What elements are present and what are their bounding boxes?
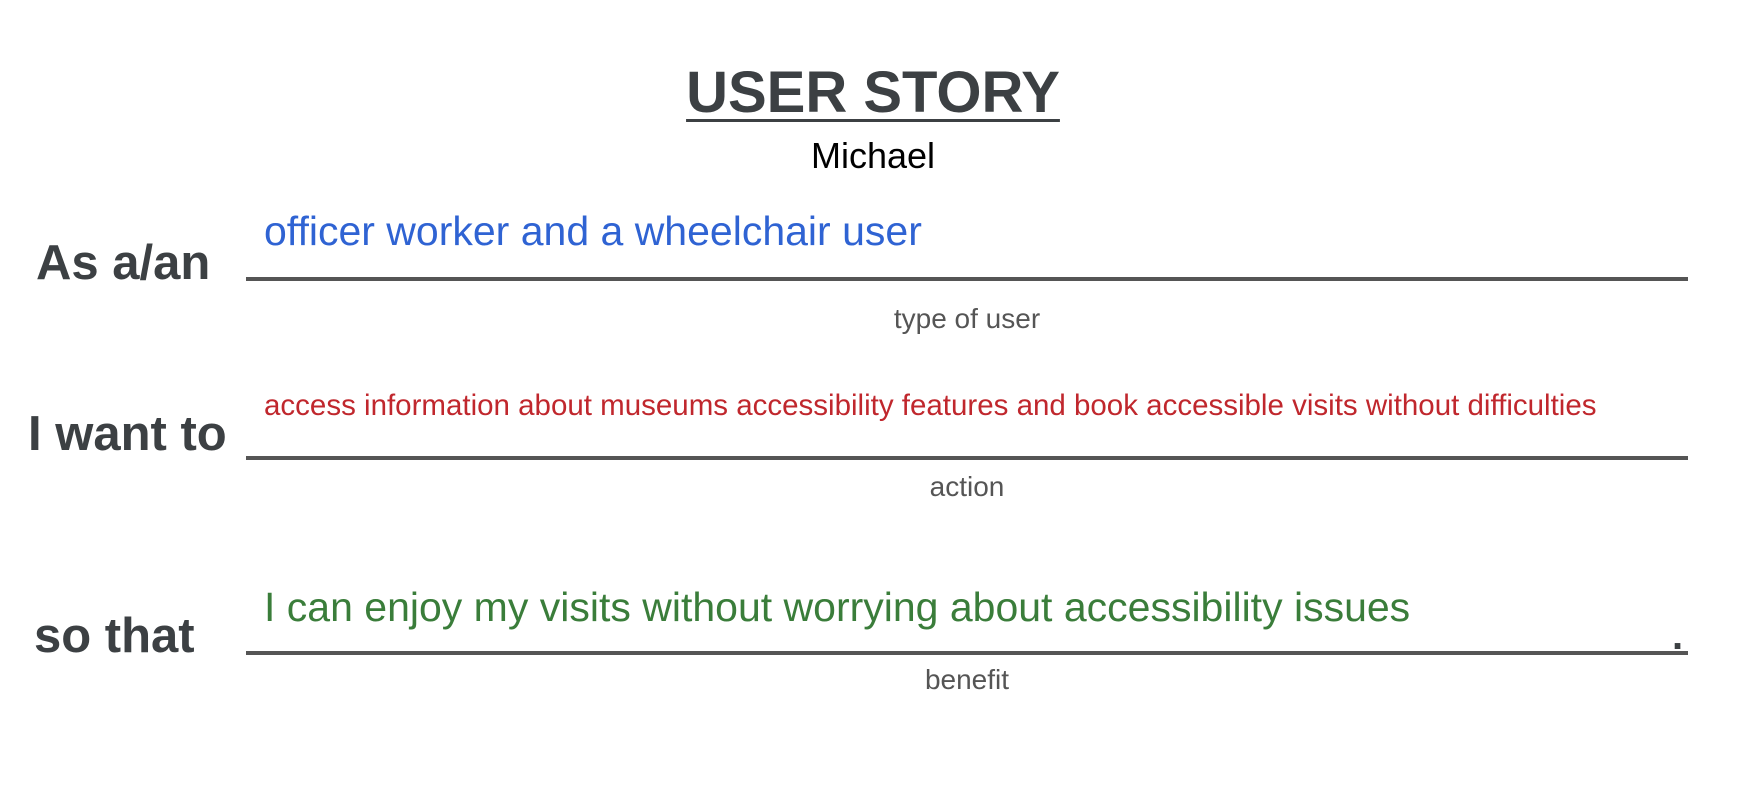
user-type-caption: type of user: [893, 303, 1041, 334]
action-underline: [246, 456, 1688, 460]
action-caption: action: [929, 471, 1005, 502]
page-title: USER STORY: [0, 58, 1746, 128]
benefit-caption: benefit: [924, 664, 1010, 695]
page-title-text: USER STORY: [686, 60, 1060, 125]
row-label-as-a: As a/an: [36, 236, 211, 290]
benefit-value: I can enjoy my visits without worrying a…: [264, 584, 1411, 630]
row-label-so-that: so that: [34, 609, 195, 663]
author-name: Michael: [810, 135, 936, 176]
row-label-i-want-to: I want to: [28, 407, 227, 461]
user-type-underline: [246, 277, 1688, 281]
benefit-underline: [246, 651, 1688, 655]
user-type-value: officer worker and a wheelchair user: [264, 208, 922, 254]
action-value: access information about museums accessi…: [264, 389, 1597, 422]
